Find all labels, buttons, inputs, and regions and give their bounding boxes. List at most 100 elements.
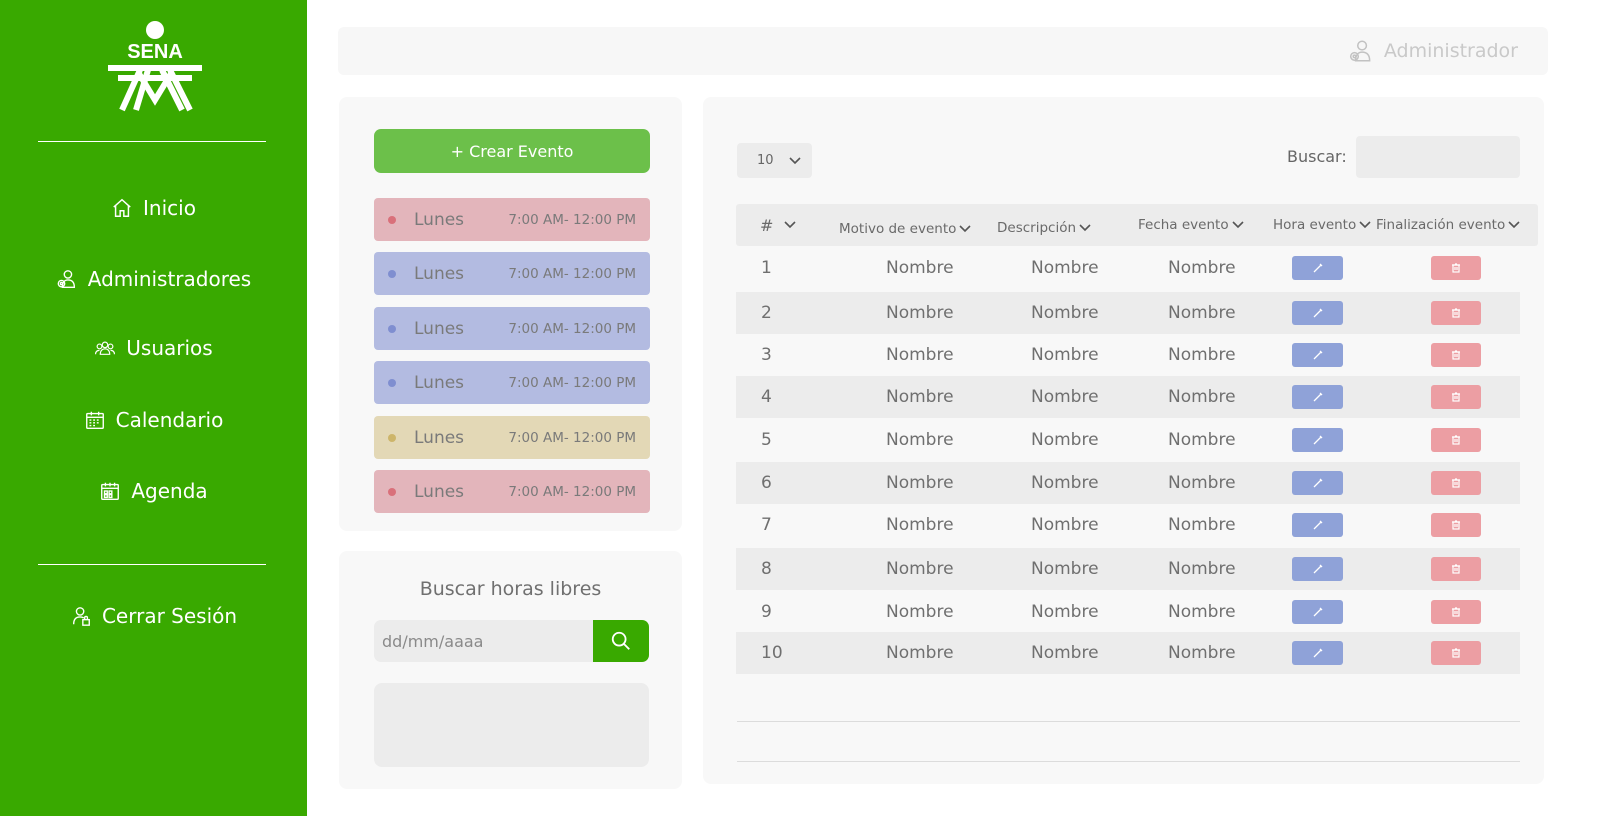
column-header-number[interactable]: #: [760, 204, 797, 246]
column-label: Motivo de evento: [839, 221, 957, 237]
cell-number: 10: [761, 643, 783, 663]
edit-button[interactable]: [1292, 256, 1343, 280]
edit-button[interactable]: [1292, 641, 1343, 665]
pencil-icon: [1313, 564, 1322, 574]
event-day: Lunes: [414, 481, 465, 502]
delete-button[interactable]: [1431, 471, 1481, 495]
sidebar-item-usuarios[interactable]: Usuarios: [0, 334, 307, 362]
sidebar-divider: [38, 564, 266, 565]
trash-icon: [1452, 392, 1460, 402]
event-card[interactable]: Lunes 7:00 AM- 12:00 PM: [374, 307, 650, 350]
chevron-down-icon: [788, 156, 801, 164]
column-header-hora[interactable]: Hora evento: [1273, 204, 1372, 246]
event-card[interactable]: Lunes 7:00 AM- 12:00 PM: [374, 198, 650, 241]
delete-button[interactable]: [1431, 428, 1481, 452]
search-hours-button[interactable]: [593, 620, 649, 662]
column-header-finalizacion[interactable]: Finalización evento: [1376, 204, 1521, 246]
trash-icon: [1452, 478, 1460, 488]
edit-button[interactable]: [1292, 513, 1343, 537]
sidebar-item-label: Inicio: [143, 196, 196, 220]
trash-icon: [1452, 263, 1460, 273]
delete-button[interactable]: [1431, 301, 1481, 325]
create-event-button[interactable]: + Crear Evento: [374, 129, 650, 173]
pencil-icon: [1313, 263, 1322, 273]
chevron-down-icon: [1232, 221, 1244, 229]
pencil-icon: [1313, 648, 1322, 658]
edit-button[interactable]: [1292, 557, 1343, 581]
column-header-descripcion[interactable]: Descripción: [997, 207, 1092, 249]
page-size-select[interactable]: 10: [737, 143, 812, 178]
event-card[interactable]: Lunes 7:00 AM- 12:00 PM: [374, 361, 650, 404]
cell-number: 3: [761, 345, 772, 365]
cell-fecha: Nombre: [1168, 345, 1236, 365]
event-card[interactable]: Lunes 7:00 AM- 12:00 PM: [374, 470, 650, 513]
sidebar-item-calendario[interactable]: Calendario: [0, 406, 307, 434]
table-row: 6 Nombre Nombre Nombre: [736, 462, 1520, 504]
edit-button[interactable]: [1292, 600, 1343, 624]
event-dot: [388, 487, 396, 496]
user-name: Administrador: [1383, 40, 1518, 62]
event-day: Lunes: [414, 372, 465, 393]
cell-fecha: Nombre: [1168, 387, 1236, 407]
column-header-fecha[interactable]: Fecha evento: [1138, 204, 1245, 246]
delete-button[interactable]: [1431, 343, 1481, 367]
calendar-icon: [85, 411, 104, 429]
cell-motivo: Nombre: [886, 258, 954, 278]
table-row: 8 Nombre Nombre Nombre: [736, 548, 1520, 590]
cell-fecha: Nombre: [1168, 559, 1236, 579]
event-time: 7:00 AM- 12:00 PM: [508, 429, 636, 446]
table-row: 3 Nombre Nombre Nombre: [736, 334, 1520, 376]
cell-motivo: Nombre: [886, 643, 954, 663]
edit-button[interactable]: [1292, 343, 1343, 367]
table-row: 7 Nombre Nombre Nombre: [736, 504, 1520, 546]
cell-descripcion: Nombre: [1031, 643, 1099, 663]
column-header-motivo[interactable]: Motivo de evento: [839, 208, 972, 250]
table-footer-divider: [737, 721, 1520, 722]
pencil-icon: [1313, 435, 1322, 445]
cell-motivo: Nombre: [886, 602, 954, 622]
event-day: Lunes: [414, 427, 465, 448]
table-row: 10 Nombre Nombre Nombre: [736, 632, 1520, 674]
logout-button[interactable]: Cerrar Sesión: [0, 602, 307, 630]
delete-button[interactable]: [1431, 557, 1481, 581]
sidebar-item-administradores[interactable]: Administradores: [0, 265, 307, 293]
cell-motivo: Nombre: [886, 387, 954, 407]
cell-descripcion: Nombre: [1031, 258, 1099, 278]
chevron-down-icon: [784, 221, 796, 229]
table-row: 1 Nombre Nombre Nombre: [736, 247, 1520, 289]
cell-number: 7: [761, 515, 772, 535]
sidebar: SENA Inicio Administradores Usuarios Cal…: [0, 0, 307, 816]
table-row: 2 Nombre Nombre Nombre: [736, 292, 1520, 334]
delete-button[interactable]: [1431, 600, 1481, 624]
cell-fecha: Nombre: [1168, 602, 1236, 622]
edit-button[interactable]: [1292, 385, 1343, 409]
sidebar-item-inicio[interactable]: Inicio: [0, 194, 307, 222]
sidebar-item-agenda[interactable]: Agenda: [0, 477, 307, 505]
edit-button[interactable]: [1292, 301, 1343, 325]
cell-number: 2: [761, 303, 772, 323]
delete-button[interactable]: [1431, 385, 1481, 409]
cell-descripcion: Nombre: [1031, 387, 1099, 407]
cell-motivo: Nombre: [886, 430, 954, 450]
pencil-icon: [1313, 478, 1322, 488]
event-card[interactable]: Lunes 7:00 AM- 12:00 PM: [374, 252, 650, 295]
table-search-input[interactable]: [1356, 136, 1520, 178]
delete-button[interactable]: [1431, 256, 1481, 280]
user-menu[interactable]: Administrador: [1348, 27, 1518, 75]
event-time: 7:00 AM- 12:00 PM: [508, 320, 636, 337]
event-card[interactable]: Lunes 7:00 AM- 12:00 PM: [374, 416, 650, 459]
cell-fecha: Nombre: [1168, 515, 1236, 535]
delete-button[interactable]: [1431, 641, 1481, 665]
admin-user-icon: [1349, 40, 1371, 62]
edit-button[interactable]: [1292, 471, 1343, 495]
cell-number: 4: [761, 387, 772, 407]
date-input[interactable]: [374, 620, 593, 662]
agenda-icon: [101, 482, 120, 500]
column-label: Hora evento: [1273, 217, 1357, 233]
column-label: Fecha evento: [1138, 217, 1229, 233]
delete-button[interactable]: [1431, 513, 1481, 537]
event-dot: [388, 433, 396, 442]
cell-fecha: Nombre: [1168, 258, 1236, 278]
edit-button[interactable]: [1292, 428, 1343, 452]
cell-number: 1: [761, 258, 772, 278]
